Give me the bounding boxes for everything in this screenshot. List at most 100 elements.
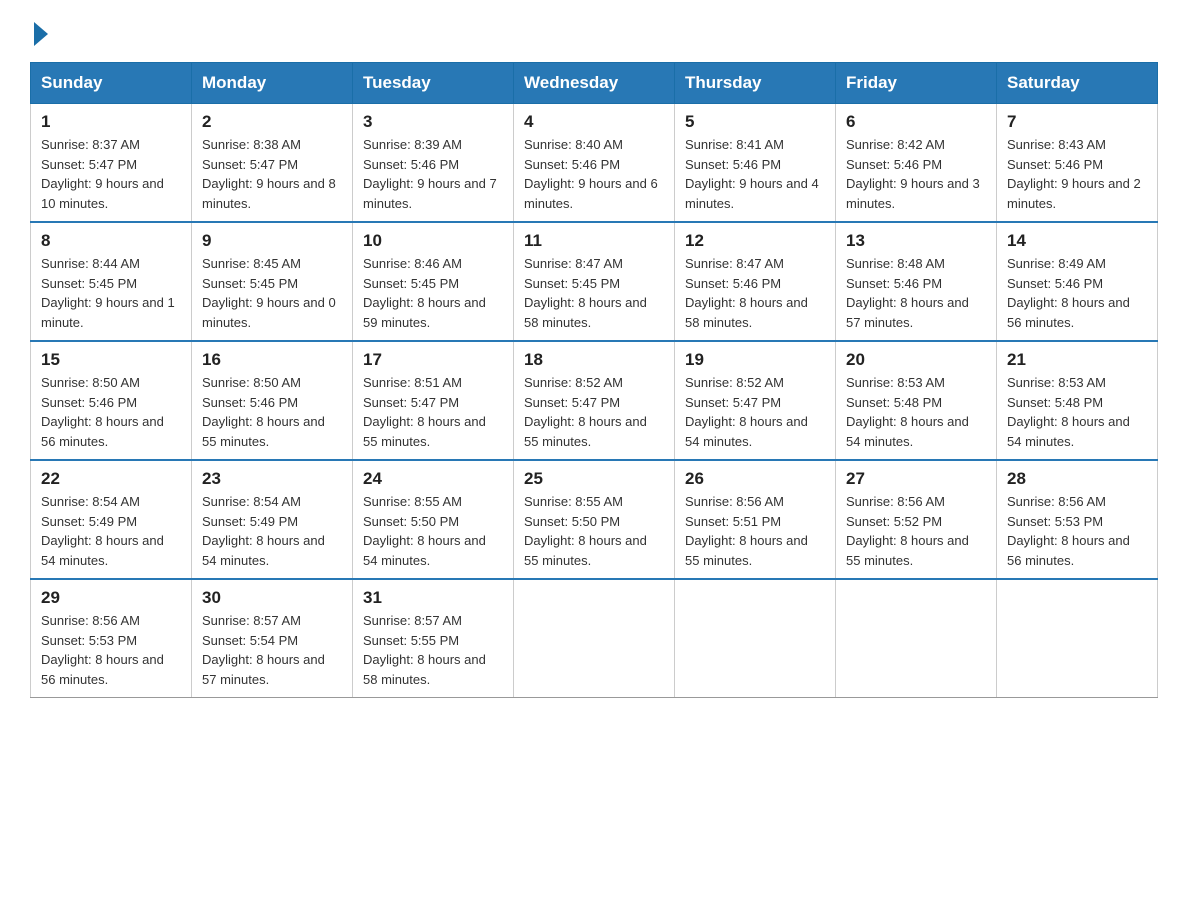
- calendar-table: SundayMondayTuesdayWednesdayThursdayFrid…: [30, 62, 1158, 698]
- day-info: Sunrise: 8:52 AM Sunset: 5:47 PM Dayligh…: [685, 373, 825, 451]
- day-header-friday: Friday: [836, 63, 997, 104]
- logo-arrow-icon: [34, 22, 48, 46]
- calendar-week-row: 15 Sunrise: 8:50 AM Sunset: 5:46 PM Dayl…: [31, 341, 1158, 460]
- day-number: 18: [524, 350, 664, 370]
- day-number: 16: [202, 350, 342, 370]
- calendar-cell: 6 Sunrise: 8:42 AM Sunset: 5:46 PM Dayli…: [836, 104, 997, 223]
- day-info: Sunrise: 8:56 AM Sunset: 5:53 PM Dayligh…: [41, 611, 181, 689]
- day-info: Sunrise: 8:46 AM Sunset: 5:45 PM Dayligh…: [363, 254, 503, 332]
- day-number: 12: [685, 231, 825, 251]
- day-info: Sunrise: 8:39 AM Sunset: 5:46 PM Dayligh…: [363, 135, 503, 213]
- day-number: 23: [202, 469, 342, 489]
- calendar-cell: 16 Sunrise: 8:50 AM Sunset: 5:46 PM Dayl…: [192, 341, 353, 460]
- calendar-cell: 22 Sunrise: 8:54 AM Sunset: 5:49 PM Dayl…: [31, 460, 192, 579]
- day-info: Sunrise: 8:54 AM Sunset: 5:49 PM Dayligh…: [41, 492, 181, 570]
- calendar-cell: 7 Sunrise: 8:43 AM Sunset: 5:46 PM Dayli…: [997, 104, 1158, 223]
- day-info: Sunrise: 8:57 AM Sunset: 5:55 PM Dayligh…: [363, 611, 503, 689]
- day-info: Sunrise: 8:38 AM Sunset: 5:47 PM Dayligh…: [202, 135, 342, 213]
- day-number: 2: [202, 112, 342, 132]
- logo: [30, 20, 48, 42]
- day-info: Sunrise: 8:55 AM Sunset: 5:50 PM Dayligh…: [363, 492, 503, 570]
- calendar-cell: [997, 579, 1158, 698]
- day-info: Sunrise: 8:43 AM Sunset: 5:46 PM Dayligh…: [1007, 135, 1147, 213]
- calendar-week-row: 22 Sunrise: 8:54 AM Sunset: 5:49 PM Dayl…: [31, 460, 1158, 579]
- calendar-cell: 15 Sunrise: 8:50 AM Sunset: 5:46 PM Dayl…: [31, 341, 192, 460]
- day-number: 20: [846, 350, 986, 370]
- calendar-cell: 20 Sunrise: 8:53 AM Sunset: 5:48 PM Dayl…: [836, 341, 997, 460]
- day-info: Sunrise: 8:55 AM Sunset: 5:50 PM Dayligh…: [524, 492, 664, 570]
- calendar-cell: 2 Sunrise: 8:38 AM Sunset: 5:47 PM Dayli…: [192, 104, 353, 223]
- day-info: Sunrise: 8:45 AM Sunset: 5:45 PM Dayligh…: [202, 254, 342, 332]
- day-number: 6: [846, 112, 986, 132]
- calendar-cell: 10 Sunrise: 8:46 AM Sunset: 5:45 PM Dayl…: [353, 222, 514, 341]
- day-number: 8: [41, 231, 181, 251]
- calendar-cell: 23 Sunrise: 8:54 AM Sunset: 5:49 PM Dayl…: [192, 460, 353, 579]
- calendar-cell: 24 Sunrise: 8:55 AM Sunset: 5:50 PM Dayl…: [353, 460, 514, 579]
- day-header-thursday: Thursday: [675, 63, 836, 104]
- day-info: Sunrise: 8:47 AM Sunset: 5:45 PM Dayligh…: [524, 254, 664, 332]
- day-number: 7: [1007, 112, 1147, 132]
- calendar-cell: 17 Sunrise: 8:51 AM Sunset: 5:47 PM Dayl…: [353, 341, 514, 460]
- day-info: Sunrise: 8:47 AM Sunset: 5:46 PM Dayligh…: [685, 254, 825, 332]
- day-info: Sunrise: 8:53 AM Sunset: 5:48 PM Dayligh…: [1007, 373, 1147, 451]
- day-number: 27: [846, 469, 986, 489]
- calendar-cell: [675, 579, 836, 698]
- calendar-cell: 8 Sunrise: 8:44 AM Sunset: 5:45 PM Dayli…: [31, 222, 192, 341]
- day-info: Sunrise: 8:40 AM Sunset: 5:46 PM Dayligh…: [524, 135, 664, 213]
- day-number: 19: [685, 350, 825, 370]
- day-info: Sunrise: 8:44 AM Sunset: 5:45 PM Dayligh…: [41, 254, 181, 332]
- day-number: 21: [1007, 350, 1147, 370]
- calendar-cell: 1 Sunrise: 8:37 AM Sunset: 5:47 PM Dayli…: [31, 104, 192, 223]
- calendar-cell: 13 Sunrise: 8:48 AM Sunset: 5:46 PM Dayl…: [836, 222, 997, 341]
- calendar-week-row: 1 Sunrise: 8:37 AM Sunset: 5:47 PM Dayli…: [31, 104, 1158, 223]
- day-info: Sunrise: 8:49 AM Sunset: 5:46 PM Dayligh…: [1007, 254, 1147, 332]
- day-header-monday: Monday: [192, 63, 353, 104]
- day-info: Sunrise: 8:48 AM Sunset: 5:46 PM Dayligh…: [846, 254, 986, 332]
- day-number: 4: [524, 112, 664, 132]
- day-number: 30: [202, 588, 342, 608]
- calendar-cell: 5 Sunrise: 8:41 AM Sunset: 5:46 PM Dayli…: [675, 104, 836, 223]
- day-header-tuesday: Tuesday: [353, 63, 514, 104]
- day-number: 3: [363, 112, 503, 132]
- day-info: Sunrise: 8:54 AM Sunset: 5:49 PM Dayligh…: [202, 492, 342, 570]
- day-number: 28: [1007, 469, 1147, 489]
- calendar-cell: 3 Sunrise: 8:39 AM Sunset: 5:46 PM Dayli…: [353, 104, 514, 223]
- day-info: Sunrise: 8:52 AM Sunset: 5:47 PM Dayligh…: [524, 373, 664, 451]
- calendar-cell: 29 Sunrise: 8:56 AM Sunset: 5:53 PM Dayl…: [31, 579, 192, 698]
- calendar-header-row: SundayMondayTuesdayWednesdayThursdayFrid…: [31, 63, 1158, 104]
- day-info: Sunrise: 8:50 AM Sunset: 5:46 PM Dayligh…: [41, 373, 181, 451]
- day-header-saturday: Saturday: [997, 63, 1158, 104]
- day-number: 11: [524, 231, 664, 251]
- day-number: 15: [41, 350, 181, 370]
- calendar-cell: 4 Sunrise: 8:40 AM Sunset: 5:46 PM Dayli…: [514, 104, 675, 223]
- day-info: Sunrise: 8:56 AM Sunset: 5:51 PM Dayligh…: [685, 492, 825, 570]
- day-number: 5: [685, 112, 825, 132]
- calendar-cell: 21 Sunrise: 8:53 AM Sunset: 5:48 PM Dayl…: [997, 341, 1158, 460]
- day-info: Sunrise: 8:57 AM Sunset: 5:54 PM Dayligh…: [202, 611, 342, 689]
- day-number: 25: [524, 469, 664, 489]
- calendar-cell: 27 Sunrise: 8:56 AM Sunset: 5:52 PM Dayl…: [836, 460, 997, 579]
- calendar-cell: 25 Sunrise: 8:55 AM Sunset: 5:50 PM Dayl…: [514, 460, 675, 579]
- day-info: Sunrise: 8:41 AM Sunset: 5:46 PM Dayligh…: [685, 135, 825, 213]
- day-info: Sunrise: 8:56 AM Sunset: 5:52 PM Dayligh…: [846, 492, 986, 570]
- day-number: 13: [846, 231, 986, 251]
- calendar-cell: [514, 579, 675, 698]
- day-info: Sunrise: 8:50 AM Sunset: 5:46 PM Dayligh…: [202, 373, 342, 451]
- day-number: 22: [41, 469, 181, 489]
- calendar-cell: 31 Sunrise: 8:57 AM Sunset: 5:55 PM Dayl…: [353, 579, 514, 698]
- calendar-cell: 26 Sunrise: 8:56 AM Sunset: 5:51 PM Dayl…: [675, 460, 836, 579]
- calendar-cell: 19 Sunrise: 8:52 AM Sunset: 5:47 PM Dayl…: [675, 341, 836, 460]
- day-number: 31: [363, 588, 503, 608]
- day-number: 9: [202, 231, 342, 251]
- day-number: 1: [41, 112, 181, 132]
- calendar-cell: 14 Sunrise: 8:49 AM Sunset: 5:46 PM Dayl…: [997, 222, 1158, 341]
- day-info: Sunrise: 8:51 AM Sunset: 5:47 PM Dayligh…: [363, 373, 503, 451]
- day-number: 24: [363, 469, 503, 489]
- day-number: 26: [685, 469, 825, 489]
- day-info: Sunrise: 8:56 AM Sunset: 5:53 PM Dayligh…: [1007, 492, 1147, 570]
- day-number: 29: [41, 588, 181, 608]
- calendar-week-row: 8 Sunrise: 8:44 AM Sunset: 5:45 PM Dayli…: [31, 222, 1158, 341]
- day-number: 10: [363, 231, 503, 251]
- calendar-week-row: 29 Sunrise: 8:56 AM Sunset: 5:53 PM Dayl…: [31, 579, 1158, 698]
- calendar-cell: [836, 579, 997, 698]
